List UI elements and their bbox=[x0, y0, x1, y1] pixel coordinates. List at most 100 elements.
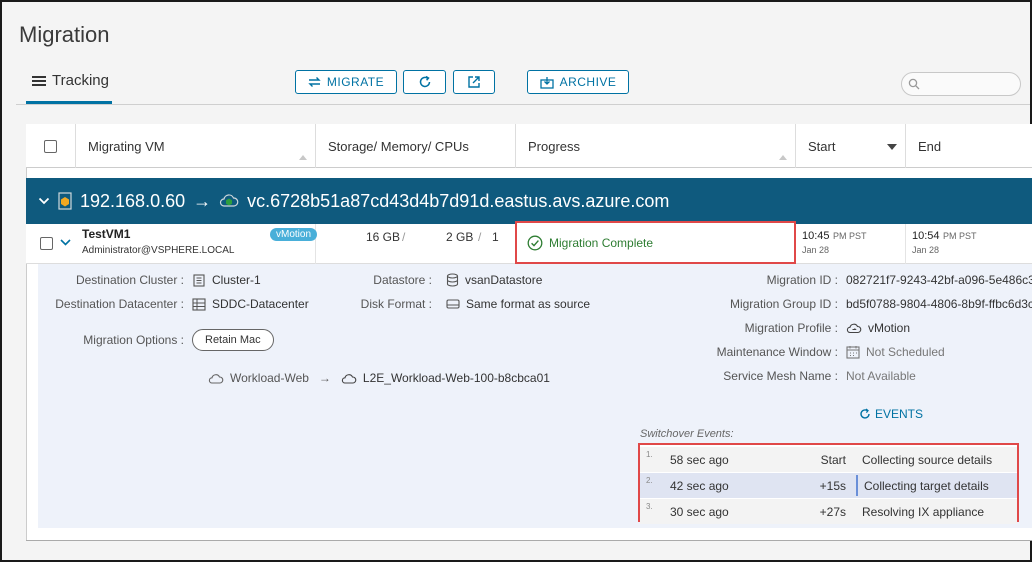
resources-cell: 16 GB / 2 GB / 1 bbox=[316, 224, 516, 264]
search-icon bbox=[908, 78, 920, 90]
disk-format-label: Disk Format : bbox=[360, 297, 432, 311]
maintenance-value: Not Scheduled bbox=[846, 345, 945, 359]
grid-header: Migrating VM Storage/ Memory/ CPUs Progr… bbox=[26, 124, 1032, 168]
dest-cluster-value: Cluster-1 bbox=[192, 273, 261, 287]
col-end[interactable]: End bbox=[906, 124, 1032, 168]
start-time: 10:45 bbox=[802, 230, 830, 242]
vm-cell: TestVM1 Administrator@VSPHERE.LOCAL vMot… bbox=[76, 224, 318, 264]
col-storage[interactable]: Storage/ Memory/ CPUs bbox=[316, 124, 516, 168]
vm-owner: Administrator@VSPHERE.LOCAL bbox=[82, 245, 235, 256]
tab-tracking[interactable]: Tracking bbox=[26, 68, 112, 104]
profile-label: Migration Profile : bbox=[744, 321, 838, 335]
memory-value: 2 GB bbox=[446, 230, 474, 244]
migration-group-row[interactable]: 192.168.0.60 → vc.6728b51a87cd43d4b7d91d… bbox=[26, 178, 1032, 224]
network-source: Workload-Web bbox=[230, 371, 309, 385]
migrate-button[interactable]: MIGRATE bbox=[295, 70, 397, 94]
dest-dc-label: Destination Datacenter : bbox=[55, 297, 184, 311]
export-button[interactable] bbox=[453, 70, 495, 94]
refresh-icon bbox=[419, 75, 430, 88]
progress-status: Migration Complete bbox=[549, 235, 654, 250]
switchover-events-list: 1. 58 sec ago Start Collecting source de… bbox=[638, 443, 1019, 524]
cloud-site-icon bbox=[220, 194, 239, 207]
migration-type-badge: vMotion bbox=[270, 228, 318, 241]
event-offset: +15s bbox=[819, 479, 846, 493]
tabs-divider bbox=[16, 104, 1030, 105]
sort-icon bbox=[779, 155, 787, 160]
destination-site: vc.6728b51a87cd43d4b7d91d.eastus.avs.azu… bbox=[247, 190, 670, 211]
datacenter-icon bbox=[192, 297, 206, 311]
dest-dc-value: SDDC-Datacenter bbox=[192, 297, 309, 311]
archive-icon bbox=[539, 76, 554, 89]
migration-id: 082721f7-9243-42bf-a096-5e486c3 bbox=[846, 273, 1032, 287]
migrate-label: MIGRATE bbox=[326, 75, 385, 89]
cloud-icon bbox=[341, 373, 357, 384]
end-time: 10:54 bbox=[912, 230, 940, 242]
cloud-icon bbox=[208, 373, 224, 384]
event-description: Collecting source details bbox=[862, 453, 993, 467]
arrow-right-icon: → bbox=[318, 371, 331, 385]
col-start-label: Start bbox=[808, 138, 836, 154]
maintenance: Not Scheduled bbox=[866, 345, 945, 359]
col-migrating-vm-label: Migrating VM bbox=[88, 138, 165, 154]
col-end-label: End bbox=[918, 138, 942, 154]
disk-format-value: Same format as source bbox=[446, 297, 590, 311]
swap-icon bbox=[308, 77, 321, 87]
col-start[interactable]: Start bbox=[796, 124, 906, 168]
cluster-icon bbox=[193, 273, 205, 287]
maintenance-label: Maintenance Window : bbox=[716, 345, 838, 359]
refresh-icon bbox=[860, 408, 870, 419]
event-offset: Start bbox=[820, 453, 846, 467]
database-icon bbox=[446, 273, 459, 287]
select-all-checkbox[interactable] bbox=[44, 139, 57, 153]
disk-icon bbox=[446, 299, 460, 309]
end-cell: 10:54 PM PST Jan 28 bbox=[906, 224, 1032, 264]
progress-cell: Migration Complete bbox=[515, 221, 796, 264]
select-all-cell bbox=[26, 124, 76, 168]
calendar-icon bbox=[846, 346, 860, 359]
sort-desc-icon bbox=[887, 144, 897, 150]
event-number: 2. bbox=[646, 476, 653, 485]
datastore: vsanDatastore bbox=[465, 273, 543, 287]
event-number: 1. bbox=[646, 450, 653, 459]
storage-separator: / bbox=[402, 230, 406, 244]
search-input[interactable] bbox=[901, 72, 1021, 96]
start-cell: 10:45 PM PST Jan 28 bbox=[796, 224, 906, 264]
migration-options-label: Migration Options : bbox=[83, 333, 184, 347]
source-site: 192.168.0.60 bbox=[80, 190, 186, 211]
refresh-button[interactable] bbox=[403, 70, 446, 94]
retain-mac-option[interactable]: Retain Mac bbox=[192, 329, 274, 351]
switchover-title: Switchover Events: bbox=[640, 428, 734, 440]
row-select-cell bbox=[26, 224, 76, 264]
network-mapping: Workload-Web → L2E_Workload-Web-100-b8cb… bbox=[208, 371, 550, 385]
col-progress[interactable]: Progress bbox=[516, 124, 796, 168]
col-storage-label: Storage/ Memory/ CPUs bbox=[328, 138, 469, 154]
page-title: Migration bbox=[19, 22, 110, 47]
arrow-right-icon: → bbox=[193, 190, 212, 211]
list-item: 3. 30 sec ago +27s Resolving IX applianc… bbox=[640, 499, 1017, 524]
event-description: Resolving IX appliance bbox=[862, 505, 985, 519]
events-label: EVENTS bbox=[875, 407, 924, 421]
mesh-label: Service Mesh Name : bbox=[723, 369, 838, 383]
sort-icon bbox=[299, 155, 307, 160]
chevron-down-icon[interactable] bbox=[38, 196, 50, 206]
col-migrating-vm[interactable]: Migrating VM bbox=[76, 124, 316, 168]
disk-format: Same format as source bbox=[466, 297, 591, 311]
row-checkbox[interactable] bbox=[40, 237, 53, 250]
end-date: Jan 28 bbox=[912, 245, 940, 255]
cloud-sync-icon bbox=[846, 323, 862, 334]
cpu-value: 1 bbox=[492, 230, 499, 244]
start-date: Jan 28 bbox=[802, 245, 830, 255]
start-tz: PM PST bbox=[833, 231, 867, 241]
vm-name[interactable]: TestVM1 bbox=[82, 227, 130, 241]
events-link[interactable]: EVENTS bbox=[859, 407, 923, 421]
list-icon bbox=[32, 76, 46, 86]
memory-separator: / bbox=[478, 230, 482, 244]
datastore-value: vsanDatastore bbox=[446, 273, 542, 287]
check-circle-icon bbox=[527, 235, 543, 250]
datacenter-icon bbox=[58, 192, 72, 210]
event-offset: +27s bbox=[819, 505, 846, 519]
profile-value: vMotion bbox=[846, 321, 910, 335]
datastore-label: Datastore : bbox=[373, 273, 432, 287]
archive-button[interactable]: ARCHIVE bbox=[527, 70, 629, 94]
chevron-down-icon[interactable] bbox=[60, 238, 71, 247]
